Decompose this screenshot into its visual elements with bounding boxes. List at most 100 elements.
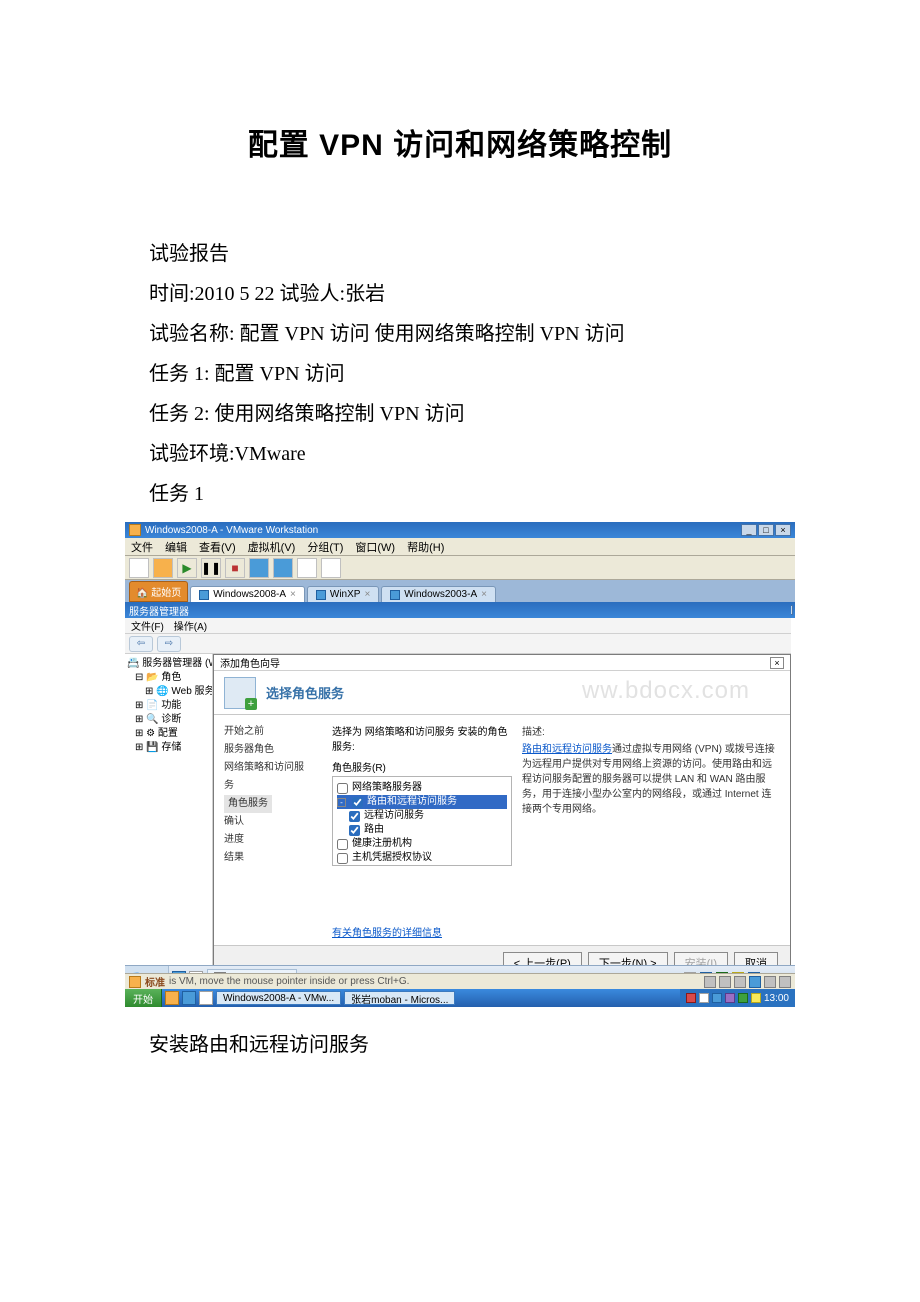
description-text: 通过虚拟专用网络 (VPN) 或拨号连接为远程用户提供对专用网络上资源的访问。使… (522, 744, 775, 815)
menu-team[interactable]: 分组(T) (307, 539, 343, 555)
maximize-button[interactable]: □ (758, 524, 774, 536)
watermark-text: ww.bdocx.com (582, 677, 750, 705)
device-floppy-icon[interactable] (734, 976, 746, 988)
step-results[interactable]: 结果 (224, 849, 312, 867)
minimize-button[interactable]: _ (741, 524, 757, 536)
checkbox-nps[interactable] (337, 783, 348, 794)
menu-help[interactable]: 帮助(H) (407, 539, 444, 555)
tray-icon[interactable] (699, 993, 709, 1003)
role-services-list[interactable]: 网络策略服务器 -路由和远程访问服务 远程访问服务 路由 健康注册机构 主机凭据… (332, 776, 512, 866)
tree-diag[interactable]: ⊞ 🔍 诊断 (127, 713, 210, 727)
tray-icon[interactable] (725, 993, 735, 1003)
step-role-services[interactable]: 角色服务 (224, 795, 272, 813)
tab-winxp[interactable]: WinXP× (307, 586, 379, 602)
more-info-link[interactable]: 有关角色服务的详细信息 (332, 928, 442, 939)
menu-edit[interactable]: 编辑 (165, 539, 187, 555)
window-buttons: _ □ × (741, 524, 791, 536)
vmware-icon (129, 524, 141, 536)
sm-menu-action[interactable]: 操作(A) (174, 618, 207, 633)
text-line: 试验名称: 配置 VPN 访问 使用网络策略控制 VPN 访问 (125, 314, 795, 354)
close-tab-icon[interactable]: × (364, 589, 370, 600)
tray-icon[interactable] (712, 993, 722, 1003)
host-tray: 13:00 (680, 989, 795, 1007)
checkbox-hcap[interactable] (337, 853, 348, 864)
tab-home[interactable]: 🏠 起始页 (129, 581, 188, 602)
host-start-button[interactable]: 开始 (125, 989, 162, 1007)
step-before[interactable]: 开始之前 (224, 723, 312, 741)
close-button[interactable]: × (775, 524, 791, 536)
snapshot-button[interactable] (249, 558, 269, 578)
step-server-roles[interactable]: 服务器角色 (224, 741, 312, 759)
back-button[interactable]: ⇦ (129, 636, 153, 652)
server-manager-toolbar: ⇦ ⇨ (125, 634, 791, 654)
tree-features[interactable]: ⊞ 📄 功能 (127, 699, 210, 713)
device-network-icon[interactable] (749, 976, 761, 988)
server-manager-tree[interactable]: 📇 服务器管理器 (W ⊟ 📂 角色 ⊞ 🌐 Web 服务器 ⊞ 📄 功能 ⊞ … (125, 654, 213, 980)
tray-icon[interactable] (686, 993, 696, 1003)
sm-menu-file[interactable]: 文件(F) (131, 618, 164, 633)
checkbox-hra[interactable] (337, 839, 348, 850)
tray-icon[interactable] (738, 993, 748, 1003)
menu-view[interactable]: 查看(V) (199, 539, 236, 555)
quicklaunch-ie-icon[interactable] (182, 991, 196, 1005)
checkbox-routing[interactable] (349, 825, 360, 836)
fullscreen-button[interactable] (297, 558, 317, 578)
tab-windows2008[interactable]: Windows2008-A× (190, 586, 305, 602)
menu-window[interactable]: 窗口(W) (355, 539, 395, 555)
device-cd-icon[interactable] (719, 976, 731, 988)
toolbar-button[interactable] (129, 558, 149, 578)
quicklaunch-icon[interactable] (199, 991, 213, 1005)
tree-web[interactable]: ⊞ 🌐 Web 服务器 (127, 685, 210, 699)
wizard-description: 描述: 路由和远程访问服务通过虚拟专用网络 (VPN) 或拨号连接为远程用户提供… (522, 723, 780, 941)
description-link[interactable]: 路由和远程访问服务 (522, 744, 612, 755)
taskbar-word[interactable]: 张岩moban - Micros... (344, 991, 455, 1005)
close-tab-icon[interactable]: × (481, 589, 487, 600)
vmware-menubar: 文件 编辑 查看(V) 虚拟机(V) 分组(T) 窗口(W) 帮助(H) (125, 538, 795, 556)
collapse-icon[interactable]: - (337, 798, 346, 807)
role-hcap[interactable]: 主机凭据授权协议 (337, 851, 507, 865)
server-manager-content: 添加角色向导 × 选择角色服务 ww.bdocx.com (213, 654, 791, 980)
role-hra[interactable]: 健康注册机构 (337, 837, 507, 851)
tree-storage[interactable]: ⊞ 💾 存储 (127, 741, 210, 755)
forward-button[interactable]: ⇨ (157, 636, 181, 652)
tree-config[interactable]: ⊞ ⚙ 配置 (127, 727, 210, 741)
toolbar-button[interactable] (153, 558, 173, 578)
tab-windows2003[interactable]: Windows2003-A× (381, 586, 496, 602)
role-ras[interactable]: 远程访问服务 (337, 809, 507, 823)
checkbox-ras[interactable] (349, 811, 360, 822)
unity-button[interactable] (321, 558, 341, 578)
step-progress[interactable]: 进度 (224, 831, 312, 849)
device-hdd-icon[interactable] (704, 976, 716, 988)
status-icon (129, 976, 141, 988)
device-sound-icon[interactable] (779, 976, 791, 988)
role-routing[interactable]: 路由 (337, 823, 507, 837)
text-line: 任务 1 (125, 474, 795, 514)
host-taskbar: 开始 Windows2008-A - VMw... 张岩moban - Micr… (125, 989, 795, 1007)
play-button[interactable]: ▶ (177, 558, 197, 578)
wizard-titlebar: 添加角色向导 × (214, 655, 790, 671)
vmware-statusbar: 标准 is VM, move the mouse pointer inside … (125, 973, 795, 989)
wizard-header-text: 选择角色服务 (266, 683, 344, 702)
menu-vm[interactable]: 虚拟机(V) (248, 539, 296, 555)
menu-file[interactable]: 文件 (131, 539, 153, 555)
stop-button[interactable]: ■ (225, 558, 245, 578)
wizard-close-button[interactable]: × (770, 657, 784, 669)
toolbar-button[interactable] (273, 558, 293, 578)
wizard-steps: 开始之前 服务器角色 网络策略和访问服务 角色服务 确认 进度 结果 (214, 715, 322, 945)
checkbox-rras[interactable] (352, 797, 363, 808)
quicklaunch-icon[interactable] (165, 991, 179, 1005)
tray-icon[interactable] (751, 993, 761, 1003)
tree-roles[interactable]: ⊟ 📂 角色 (127, 671, 210, 685)
step-confirm[interactable]: 确认 (224, 813, 312, 831)
device-usb-icon[interactable] (764, 976, 776, 988)
role-rras[interactable]: -路由和远程访问服务 (337, 795, 507, 809)
server-manager-title: 服务器管理器 (129, 603, 189, 618)
pause-button[interactable]: ❚❚ (201, 558, 221, 578)
tree-root[interactable]: 📇 服务器管理器 (W (127, 657, 210, 671)
close-tab-icon[interactable]: × (290, 589, 296, 600)
taskbar-vmware[interactable]: Windows2008-A - VMw... (216, 991, 341, 1005)
role-nps[interactable]: 网络策略服务器 (337, 781, 507, 795)
statusbar-label: 标准 (145, 974, 165, 989)
roles-label: 角色服务(R) (332, 759, 512, 774)
step-npas[interactable]: 网络策略和访问服务 (224, 759, 312, 795)
